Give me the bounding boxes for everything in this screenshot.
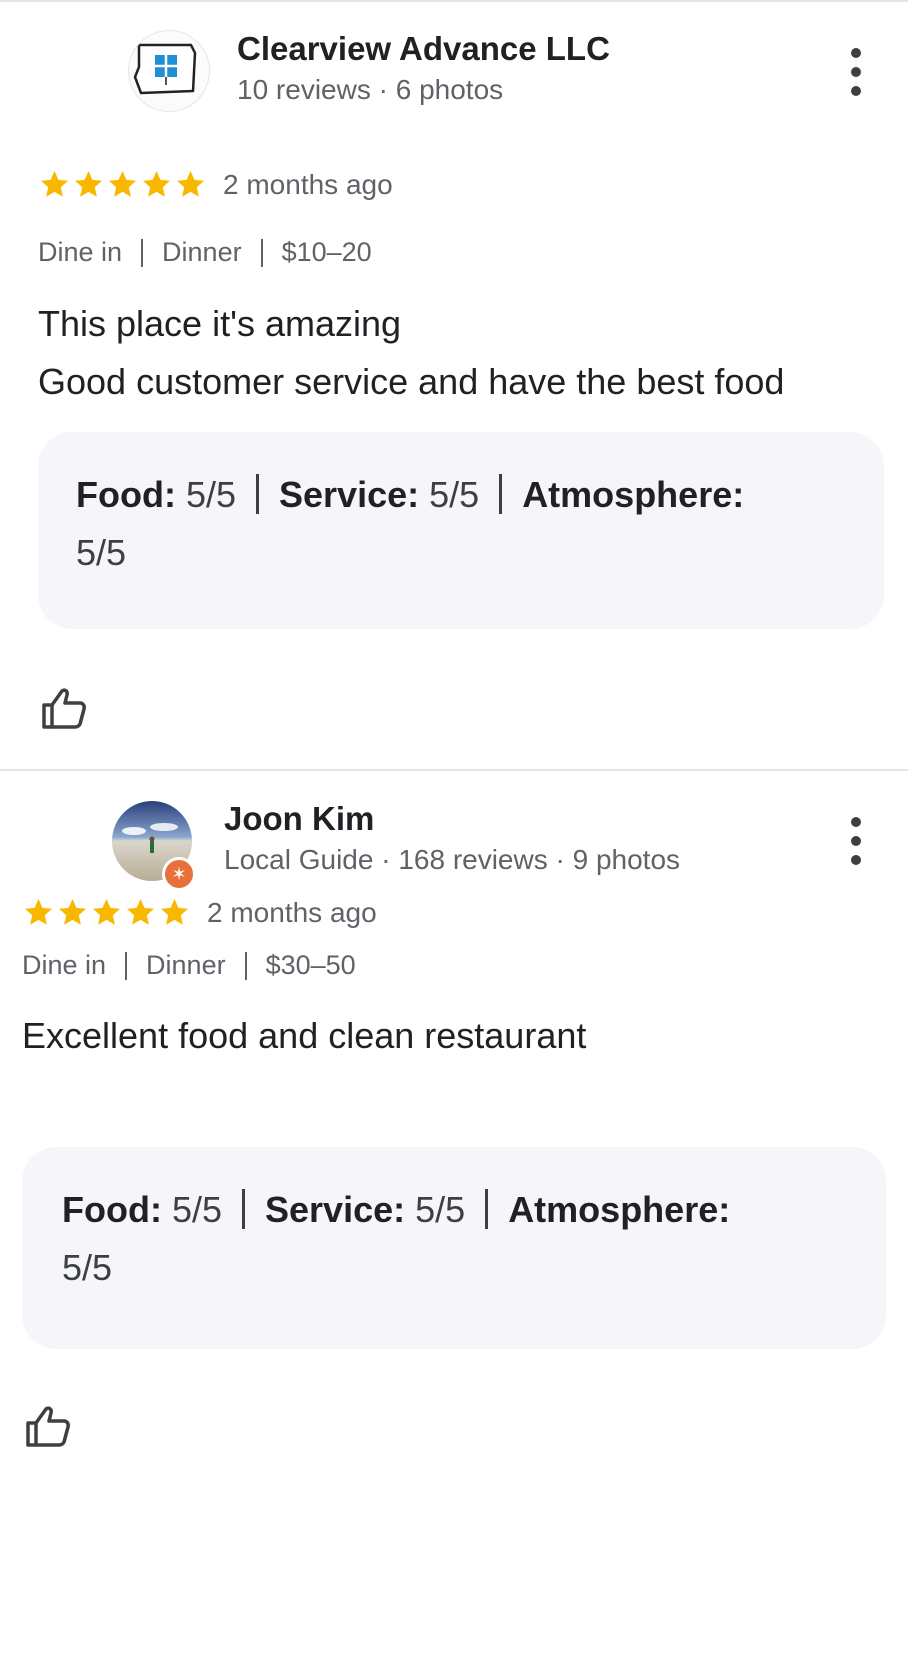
tag-price: $30–50	[265, 950, 356, 980]
service-value: 5/5	[415, 1189, 466, 1230]
more-vert-dot	[851, 855, 861, 865]
star-icon	[93, 899, 120, 925]
tag-separator	[260, 238, 263, 267]
tag-separator	[125, 951, 128, 980]
review-text-line: Excellent food and clean restaurant	[22, 1015, 587, 1056]
rating-separator	[256, 474, 260, 514]
review-text-line: Good customer service and have the best …	[38, 361, 785, 402]
review-card: Clearview Advance LLC 10 reviews · 6 pho…	[0, 0, 908, 770]
like-button[interactable]	[40, 684, 88, 732]
tag-meal-type: Dinner	[162, 237, 242, 267]
atmosphere-value: 5/5	[62, 1247, 113, 1288]
rating-row: 2 months ago	[22, 896, 377, 929]
tag-separator	[244, 951, 247, 980]
tag-price: $10–20	[281, 237, 372, 267]
star-icon	[161, 899, 188, 925]
author-meta: 10 reviews · 6 photos	[237, 74, 504, 105]
local-guide-star-icon: ✶	[162, 857, 196, 891]
more-vert-icon	[851, 48, 861, 58]
avatar[interactable]	[128, 30, 210, 112]
review-divider	[0, 769, 908, 771]
sub-ratings-box: Food: 5/5 Service: 5/5 Atmosphere: 5/5	[22, 1147, 886, 1349]
service-label: Service:	[265, 1189, 406, 1230]
sub-ratings-box: Food: 5/5 Service: 5/5 Atmosphere: 5/5	[38, 432, 884, 629]
tag-separator	[141, 238, 144, 267]
service-value: 5/5	[429, 474, 480, 515]
star-icon	[127, 899, 154, 925]
star-icon	[177, 171, 204, 197]
service-label: Service:	[279, 474, 420, 515]
more-vert-dot	[851, 86, 861, 96]
rating-row: 2 months ago	[38, 168, 393, 201]
author-meta: Local Guide · 168 reviews · 9 photos	[224, 844, 681, 875]
tag-service-type: Dine in	[22, 950, 107, 980]
food-label: Food:	[76, 474, 176, 515]
food-value: 5/5	[171, 1189, 223, 1230]
review-time: 2 months ago	[223, 168, 393, 200]
oregon-window-logo-icon	[133, 43, 197, 95]
rating-separator	[499, 474, 503, 514]
more-options-button[interactable]	[838, 44, 874, 100]
star-rating	[38, 168, 207, 201]
atmosphere-label: Atmosphere:	[522, 474, 745, 515]
review-text: Excellent food and clean restaurant	[22, 1007, 586, 1065]
food-label: Food:	[62, 1189, 162, 1230]
food-value: 5/5	[185, 474, 237, 515]
like-button[interactable]	[24, 1402, 72, 1450]
tag-service-type: Dine in	[38, 237, 123, 267]
star-icon	[109, 171, 136, 197]
rating-separator	[485, 1189, 489, 1229]
thumbs-up-icon	[42, 688, 86, 729]
review-time: 2 months ago	[207, 896, 377, 928]
star-icon	[25, 899, 52, 925]
atmosphere-value: 5/5	[76, 532, 127, 573]
visit-tags: Dine in Dinner $10–20	[38, 237, 372, 268]
more-options-button[interactable]	[838, 813, 874, 869]
star-icon	[59, 899, 86, 925]
review-text-line: This place it's amazing	[38, 303, 402, 344]
review-text: This place it's amazing Good customer se…	[38, 295, 784, 411]
visit-tags: Dine in Dinner $30–50	[22, 950, 356, 981]
more-vert-dot	[851, 836, 861, 846]
star-icon	[41, 171, 68, 197]
thumbs-up-icon	[26, 1406, 70, 1447]
tag-meal-type: Dinner	[146, 950, 226, 980]
star-icon	[143, 171, 170, 197]
author-name[interactable]: Joon Kim	[224, 800, 374, 838]
more-vert-icon	[851, 817, 861, 827]
atmosphere-label: Atmosphere:	[508, 1189, 731, 1230]
more-vert-dot	[851, 67, 861, 77]
author-name[interactable]: Clearview Advance LLC	[237, 30, 610, 68]
rating-separator	[242, 1189, 246, 1229]
star-rating	[22, 896, 191, 929]
star-icon	[75, 171, 102, 197]
review-card: ✶ Joon Kim Local Guide · 168 reviews · 9…	[0, 772, 908, 1472]
